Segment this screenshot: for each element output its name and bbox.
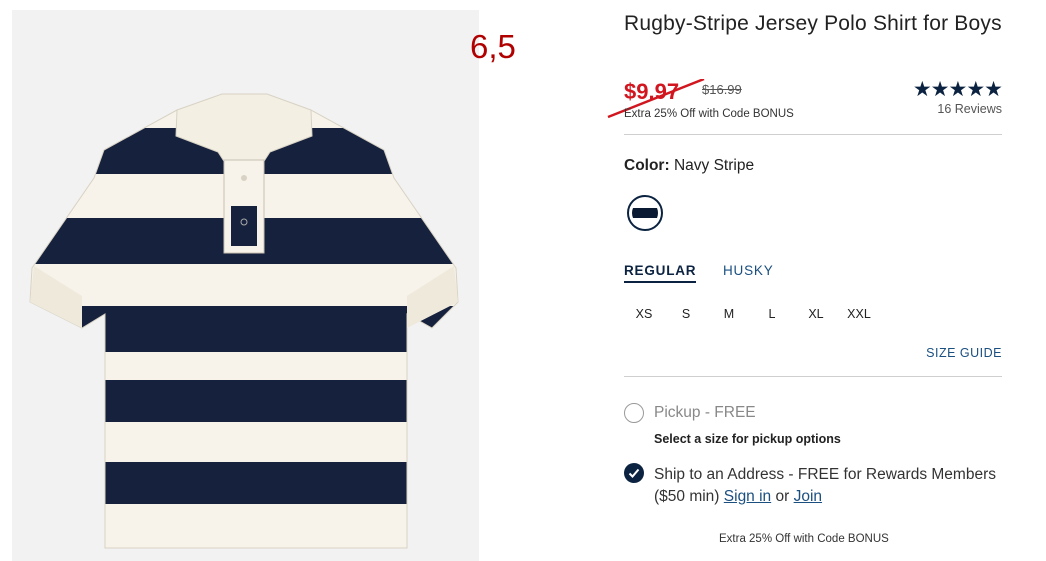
size-selector: XS S M L XL XXL bbox=[624, 307, 894, 327]
ship-radio[interactable] bbox=[624, 463, 644, 483]
pickup-radio[interactable] bbox=[624, 403, 644, 423]
size-xl[interactable]: XL bbox=[796, 307, 836, 321]
tab-regular[interactable]: REGULAR bbox=[624, 263, 697, 283]
ship-label: Ship to an Address - FREE for Rewards Me… bbox=[654, 464, 1002, 508]
product-image[interactable] bbox=[12, 10, 479, 561]
sale-price: $9.97 bbox=[624, 79, 680, 104]
divider bbox=[624, 134, 1002, 135]
tab-husky[interactable]: HUSKY bbox=[723, 263, 774, 278]
size-guide-link[interactable]: SIZE GUIDE bbox=[926, 346, 1002, 360]
pickup-note: Select a size for pickup options bbox=[654, 432, 841, 446]
polo-shirt-image bbox=[12, 10, 479, 561]
annotation-text: 6,5 bbox=[470, 28, 516, 65]
original-price: $16.99 bbox=[702, 82, 742, 97]
sign-in-link[interactable]: Sign in bbox=[724, 488, 771, 505]
promo-text: Extra 25% Off with Code BONUS bbox=[624, 108, 794, 120]
ship-label-text: Ship to an Address - FREE for Rewards Me… bbox=[654, 466, 996, 505]
join-link[interactable]: Join bbox=[794, 488, 822, 505]
color-label-key: Color: bbox=[624, 157, 670, 174]
divider bbox=[624, 376, 1002, 377]
swatch-stripe bbox=[632, 208, 658, 218]
product-details: Rugby-Stripe Jersey Polo Shirt for Boys … bbox=[607, 0, 1003, 561]
size-l[interactable]: L bbox=[752, 307, 792, 321]
checkmark-icon bbox=[628, 468, 640, 478]
ship-or-text: or bbox=[775, 488, 790, 505]
pickup-label: Pickup - FREE bbox=[654, 404, 756, 421]
size-m[interactable]: M bbox=[709, 307, 749, 321]
product-title: Rugby-Stripe Jersey Polo Shirt for Boys bbox=[624, 12, 1002, 35]
color-swatch-navy-stripe[interactable] bbox=[627, 195, 663, 231]
size-s[interactable]: S bbox=[666, 307, 706, 321]
color-value: Navy Stripe bbox=[673, 157, 755, 174]
rating-stars[interactable]: ★★★★★ bbox=[913, 77, 1003, 102]
color-label: Color: Navy Stripe bbox=[624, 157, 754, 175]
reviews-link[interactable]: 16 Reviews bbox=[937, 102, 1002, 116]
swatch-fill bbox=[632, 200, 658, 226]
bottom-promo-text: Extra 25% Off with Code BONUS bbox=[719, 533, 889, 545]
size-xxl[interactable]: XXL bbox=[839, 307, 879, 321]
size-xs[interactable]: XS bbox=[624, 307, 664, 321]
price-row: $9.97 $16.99 Extra 25% Off with Code BON… bbox=[607, 76, 1003, 124]
